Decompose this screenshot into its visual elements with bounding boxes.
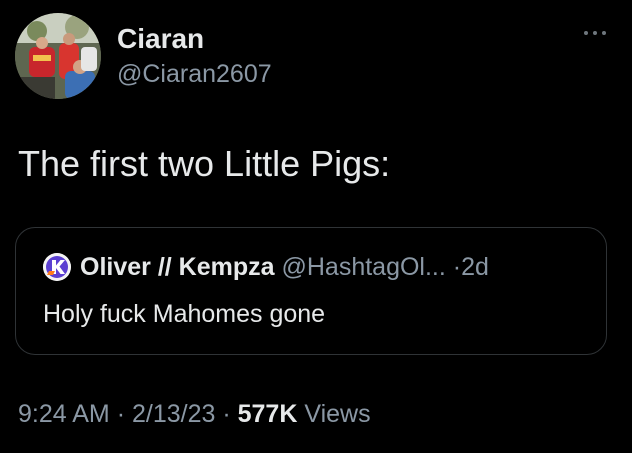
tweet: Ciaran @Ciaran2607 The first two Little … [0, 0, 632, 453]
tweet-time[interactable]: 9:24 AM [18, 400, 110, 428]
author-handle[interactable]: @Ciaran2607 [117, 58, 272, 90]
more-horizontal-icon[interactable] [582, 26, 608, 38]
quoted-separator: · [452, 253, 462, 281]
quoted-time[interactable]: 2d [461, 253, 489, 281]
quoted-avatar[interactable] [43, 253, 71, 281]
quoted-handle[interactable]: @HashtagOl... [281, 253, 445, 281]
author-display-name[interactable]: Ciaran [117, 22, 204, 56]
quoted-tweet-card[interactable]: Oliver // Kempza @HashtagOl... ·2d Holy … [15, 227, 607, 355]
quoted-display-name[interactable]: Oliver // Kempza [80, 253, 275, 281]
tweet-meta: 9:24 AM · 2/13/23 · 577K Views [18, 398, 371, 430]
views-label: Views [304, 400, 371, 428]
meta-separator: · [116, 400, 126, 428]
tweet-date[interactable]: 2/13/23 [132, 400, 215, 428]
tweet-text: The first two Little Pigs: [18, 143, 391, 184]
k-logo-icon [43, 253, 71, 281]
profile-photo-icon [15, 13, 101, 99]
quoted-text: Holy fuck Mahomes gone [43, 300, 326, 328]
quoted-header: Oliver // Kempza @HashtagOl... ·2d [80, 251, 489, 283]
avatar[interactable] [15, 13, 101, 99]
views-count: 577K [237, 400, 298, 428]
meta-separator: · [222, 400, 231, 428]
